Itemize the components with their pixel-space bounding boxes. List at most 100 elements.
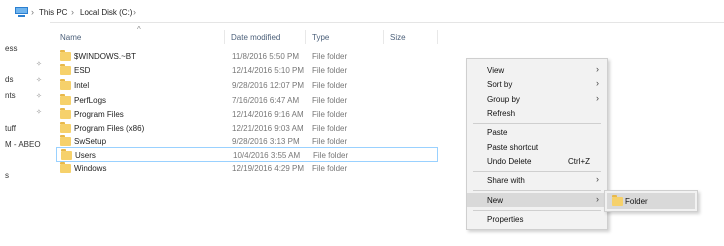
menu-item-label: Refresh (487, 109, 516, 118)
menu-item-label: New (487, 196, 504, 205)
submenu-item-folder[interactable]: Folder (607, 193, 695, 209)
file-row[interactable]: Windows 12/19/2016 4:29 PM File folder (56, 161, 438, 176)
file-name: Intel (74, 81, 90, 90)
menu-item-view[interactable]: View › (467, 63, 607, 77)
file-row[interactable]: PerfLogs 7/16/2016 6:47 AM File folder (56, 93, 438, 108)
chevron-right-icon: › (596, 174, 599, 184)
menu-item-label: Share with (487, 176, 525, 185)
chevron-right-icon: › (596, 64, 599, 74)
column-divider[interactable] (224, 30, 225, 44)
folder-icon (60, 108, 71, 119)
pin-icon[interactable]: ✧ (36, 60, 42, 68)
folder-icon (60, 94, 71, 105)
file-name: SwSetup (74, 137, 107, 146)
file-row[interactable]: Program Files 12/14/2016 9:16 AM File fo… (56, 107, 438, 122)
pin-icon[interactable]: ✧ (36, 76, 42, 84)
column-divider[interactable] (437, 30, 438, 44)
chevron-right-icon: › (596, 194, 599, 204)
file-row[interactable]: ESD 12/14/2016 5:10 PM File folder (56, 63, 438, 78)
navigation-pane: ess ✧ ds ✧ nts ✧ ✧ tuff M - ABEO s (0, 22, 50, 246)
file-row[interactable]: Intel 9/28/2016 12:07 PM File folder (56, 78, 438, 93)
breadcrumb-this-pc[interactable]: This PC (39, 8, 67, 17)
nav-item[interactable]: M - ABEO (5, 140, 41, 149)
folder-icon (60, 79, 71, 90)
file-name: Program Files (74, 110, 124, 119)
context-menu: View › Sort by › Group by › Refresh Past… (466, 58, 608, 230)
nav-item[interactable]: ess (5, 44, 17, 53)
file-name: PerfLogs (74, 96, 107, 105)
menu-item-group-by[interactable]: Group by › (467, 92, 607, 106)
file-date-modified: 11/8/2016 5:50 PM (232, 52, 300, 61)
pin-icon[interactable]: ✧ (36, 108, 42, 116)
file-name: $WINDOWS.~BT (74, 52, 137, 61)
menu-item-label: Paste shortcut (487, 143, 539, 152)
menu-item-new[interactable]: New › (467, 193, 607, 207)
file-type: File folder (312, 110, 348, 119)
file-type: File folder (313, 151, 349, 160)
file-name: ESD (74, 66, 91, 75)
nav-item[interactable]: tuff (5, 124, 16, 133)
menu-separator (473, 123, 601, 124)
file-name: Program Files (x86) (74, 124, 145, 133)
file-type: File folder (312, 137, 348, 146)
breadcrumb-separator[interactable]: › (133, 7, 136, 17)
file-date-modified: 9/28/2016 3:13 PM (232, 137, 300, 146)
folder-icon (60, 50, 71, 61)
menu-item-label: View (487, 66, 505, 75)
menu-item-shortcut: Ctrl+Z (568, 157, 590, 166)
menu-separator (473, 190, 601, 191)
file-type: File folder (312, 96, 348, 105)
folder-icon (60, 64, 71, 75)
file-type: File folder (312, 66, 348, 75)
folder-icon (60, 162, 71, 173)
menu-item-properties[interactable]: Properties (467, 212, 607, 226)
chevron-right-icon: › (596, 93, 599, 103)
menu-item-label: Undo Delete (487, 157, 532, 166)
menu-item-undo-delete[interactable]: Undo Delete Ctrl+Z (467, 154, 607, 168)
file-date-modified: 12/19/2016 4:29 PM (232, 164, 305, 173)
column-divider[interactable] (383, 30, 384, 44)
file-type: File folder (312, 124, 348, 133)
pin-icon[interactable]: ✧ (36, 92, 42, 100)
file-name: Users (75, 151, 96, 160)
submenu-item-label: Folder (625, 197, 648, 206)
menu-item-sort-by[interactable]: Sort by › (467, 77, 607, 91)
breadcrumb-separator: › (31, 7, 34, 17)
nav-item[interactable]: ds (5, 75, 13, 84)
column-header-date-modified[interactable]: Date modified (231, 33, 280, 42)
file-name: Windows (74, 164, 107, 173)
menu-separator (473, 210, 601, 211)
address-bar[interactable]: › This PC › Local Disk (C:) › (0, 0, 724, 23)
file-date-modified: 12/14/2016 9:16 AM (232, 110, 304, 119)
column-header-type[interactable]: Type (312, 33, 329, 42)
chevron-right-icon: › (596, 78, 599, 88)
menu-item-share-with[interactable]: Share with › (467, 173, 607, 187)
file-type: File folder (312, 164, 348, 173)
file-type: File folder (312, 81, 348, 90)
file-date-modified: 12/21/2016 9:03 AM (232, 124, 304, 133)
menu-item-label: Properties (487, 215, 524, 224)
menu-separator (473, 171, 601, 172)
breadcrumb-separator: › (71, 7, 74, 17)
menu-item-refresh[interactable]: Refresh (467, 106, 607, 120)
this-pc-icon (15, 7, 28, 17)
menu-item-label: Sort by (487, 80, 513, 89)
column-header-size[interactable]: Size (390, 33, 406, 42)
nav-item[interactable]: s (5, 171, 9, 180)
file-date-modified: 9/28/2016 12:07 PM (232, 81, 305, 90)
file-date-modified: 12/14/2016 5:10 PM (232, 66, 305, 75)
file-row-selected[interactable]: Users 10/4/2016 3:55 AM File folder (56, 147, 438, 162)
menu-item-paste-shortcut[interactable]: Paste shortcut (467, 140, 607, 154)
file-date-modified: 7/16/2016 6:47 AM (232, 96, 300, 105)
new-submenu: Folder (604, 190, 698, 212)
breadcrumb-local-disk[interactable]: Local Disk (C:) (80, 8, 132, 17)
file-row[interactable]: $WINDOWS.~BT 11/8/2016 5:50 PM File fold… (56, 49, 438, 64)
file-date-modified: 10/4/2016 3:55 AM (233, 151, 301, 160)
folder-icon (60, 122, 71, 133)
nav-item[interactable]: nts (5, 91, 16, 100)
column-divider[interactable] (305, 30, 306, 44)
folder-icon (612, 195, 623, 206)
column-header-name[interactable]: Name (60, 33, 81, 42)
sort-ascending-icon: ^ (137, 25, 141, 34)
menu-item-paste[interactable]: Paste (467, 125, 607, 139)
